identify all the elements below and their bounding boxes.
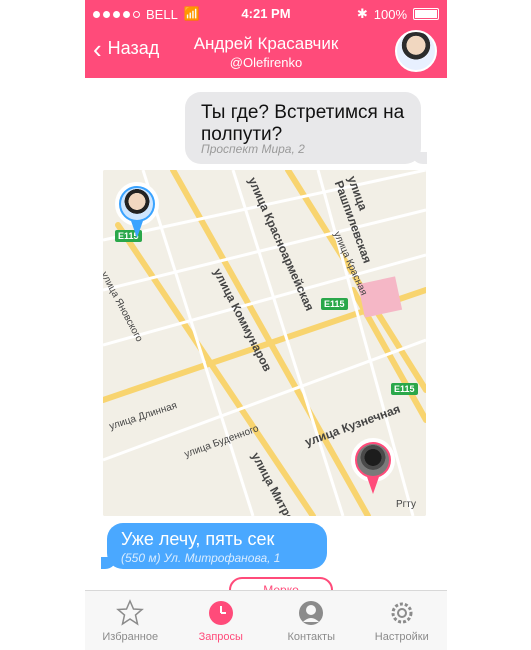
gear-icon (391, 602, 413, 624)
bubble-tail (411, 152, 427, 164)
battery-icon (413, 8, 439, 20)
tab-contacts[interactable]: Контакты (266, 591, 357, 650)
contact-avatar[interactable] (395, 30, 437, 72)
friend-location-pin[interactable] (351, 438, 395, 496)
message-address: (550 м) Ул. Митрофанова, 1 (121, 551, 281, 565)
tab-requests[interactable]: Запросы (176, 591, 267, 650)
map-provider-logo: Ргту (395, 499, 416, 510)
bubble-tail (101, 557, 117, 569)
tab-favorites[interactable]: Избранное (85, 591, 176, 650)
star-icon (116, 599, 145, 626)
clock-icon (208, 601, 233, 625)
message-text: Ты где? Встретимся на полпути? (201, 102, 405, 145)
tab-label: Запросы (198, 631, 243, 643)
contact-icon (299, 601, 324, 625)
incoming-message: Ты где? Встретимся на полпути? Проспект … (185, 92, 427, 164)
phone-screen: BELL 📶 4:21 PM ✱ 100% ‹ Назад Андрей Кра… (85, 0, 447, 650)
status-right: ✱ 100% (357, 6, 439, 22)
top-bar: BELL 📶 4:21 PM ✱ 100% ‹ Назад Андрей Кра… (85, 0, 447, 78)
message-text: Уже лечу, пять сек (121, 529, 275, 549)
route-shield: E115 (321, 298, 348, 310)
bluetooth-icon: ✱ (356, 6, 368, 21)
status-bar: BELL 📶 4:21 PM ✱ 100% (85, 4, 447, 24)
route-shield: E115 (391, 383, 418, 395)
friend-avatar (357, 444, 389, 476)
map-view[interactable]: улица Красноармейская улица Коммунаров у… (103, 170, 426, 516)
battery-label: 100% (373, 6, 407, 22)
tab-label: Избранное (102, 631, 159, 643)
user-location-pin[interactable] (115, 182, 159, 240)
contact-handle: @Olefirenko (229, 55, 303, 70)
user-avatar (121, 188, 153, 220)
outgoing-message: Уже лечу, пять сек (550 м) Ул. Митрофано… (101, 523, 327, 569)
tab-label: Настройки (374, 631, 429, 643)
tab-label: Контакты (287, 631, 335, 643)
message-address: Проспект Мира, 2 (201, 142, 305, 156)
tab-bar: Избранное Запросы Контакты Настройки (85, 590, 447, 650)
tab-settings[interactable]: Настройки (357, 591, 448, 650)
contact-name: Андрей Красавчик (193, 34, 339, 53)
